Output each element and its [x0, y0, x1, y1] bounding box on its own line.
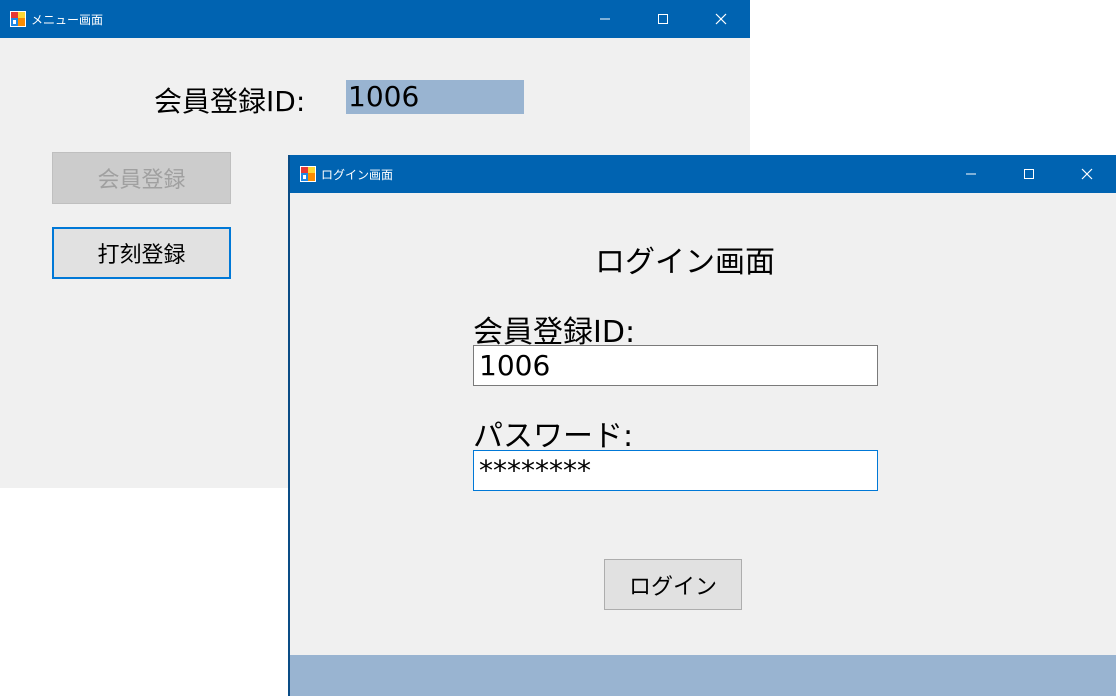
login-window-title: ログイン画面 [321, 167, 394, 182]
close-icon[interactable] [692, 0, 750, 38]
maximize-icon[interactable] [634, 0, 692, 38]
minimize-icon[interactable] [576, 0, 634, 38]
password-label: パスワード: [473, 419, 634, 454]
register-member-button: 会員登録 [52, 152, 231, 204]
maximize-icon[interactable] [1000, 155, 1058, 193]
member-id-label: 会員登録ID: [154, 85, 306, 118]
login-heading: ログイン画面 [595, 245, 775, 280]
menu-window-title: メニュー画面 [31, 12, 104, 27]
status-strip [290, 655, 1116, 696]
password-field[interactable]: ******** [473, 450, 878, 491]
close-icon[interactable] [1058, 155, 1116, 193]
app-icon [300, 166, 316, 182]
register-stamp-button[interactable]: 打刻登録 [52, 227, 231, 279]
login-window: ログイン画面 ログイン画面 会員登録ID: 1006 パスワード: ******… [288, 155, 1116, 696]
app-icon [10, 11, 26, 27]
login-titlebar[interactable]: ログイン画面 [290, 155, 1116, 193]
menu-titlebar[interactable]: メニュー画面 [0, 0, 750, 38]
member-id-value[interactable]: 1006 [346, 80, 524, 114]
member-id-field[interactable]: 1006 [473, 345, 878, 386]
login-button[interactable]: ログイン [604, 559, 742, 610]
minimize-icon[interactable] [942, 155, 1000, 193]
